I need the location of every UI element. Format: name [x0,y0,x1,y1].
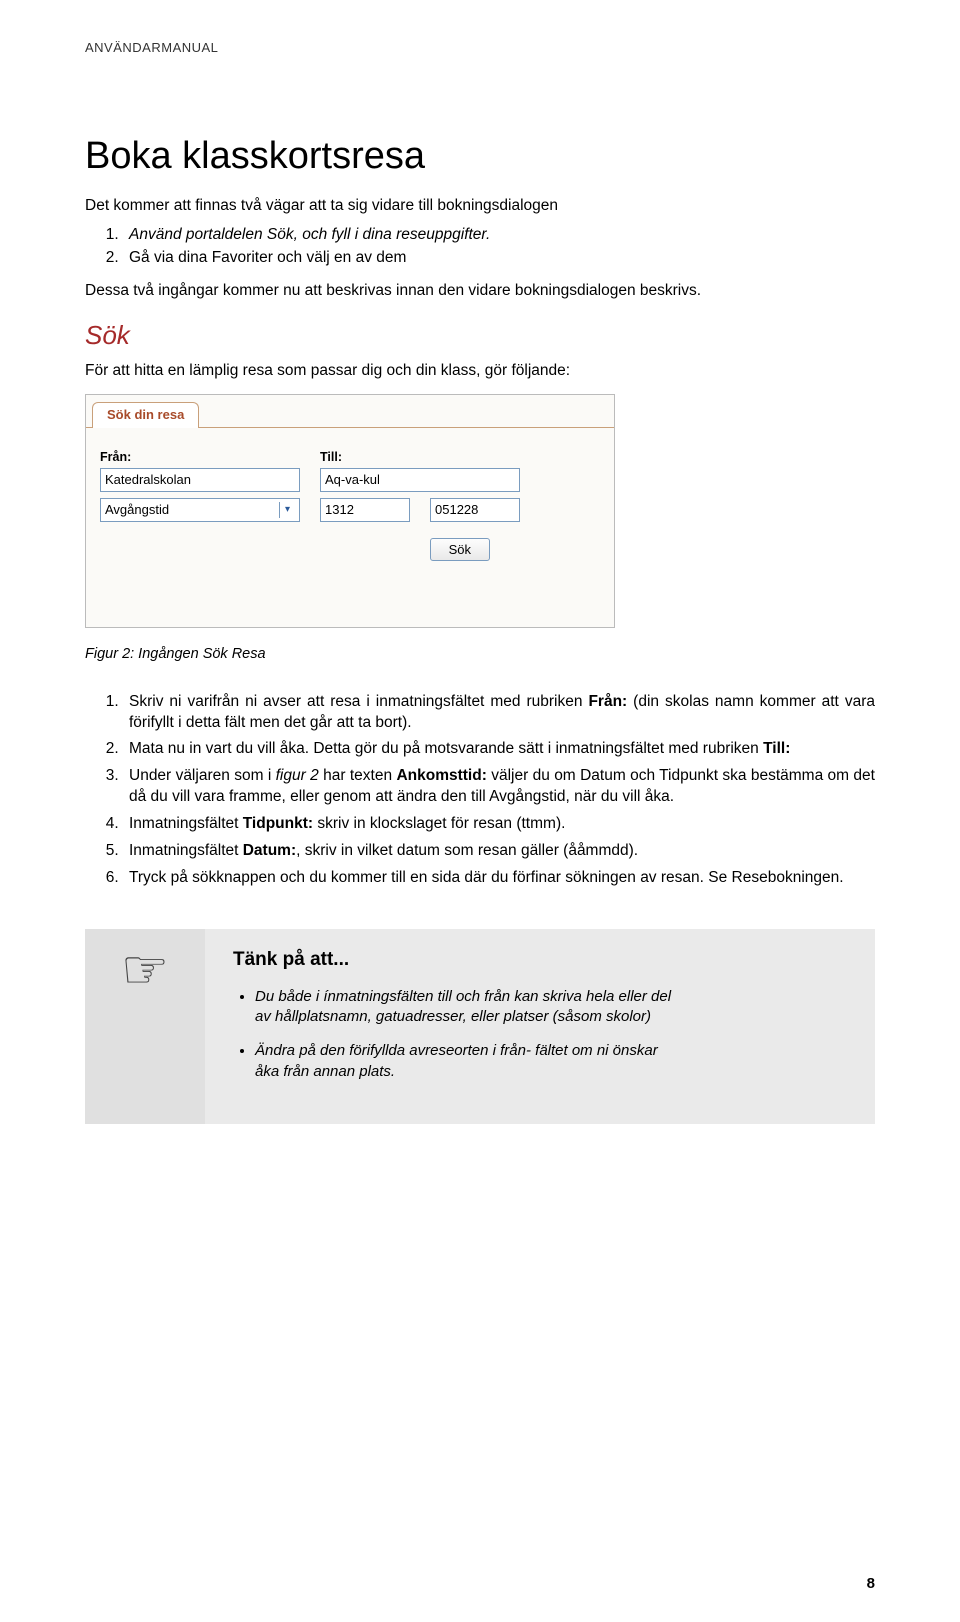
sok-heading: Sök [85,320,875,351]
intro-list-item: Använd portaldelen Sök, och fyll i dina … [123,225,875,246]
step-item: Skriv ni varifrån ni avser att resa i in… [123,692,875,734]
select-value: Avgångstid [105,502,169,517]
callout-box: ☞ Tänk på att... Du både i ínmatningsfäl… [85,929,875,1124]
time-input[interactable] [320,498,410,522]
intro-paragraph: Det kommer att finnas två vägar att ta s… [85,196,875,217]
step-bold: Datum: [243,842,296,859]
intro-list-item-text: Använd portaldelen Sök, och fyll i dina … [129,226,490,243]
date-input[interactable] [430,498,520,522]
callout-list: Du både i ínmatningsfälten till och från… [255,987,847,1082]
step-item: Inmatningsfältet Datum:, skriv in vilket… [123,841,875,862]
step-text: , skriv in vilket datum som resan gäller… [296,842,638,859]
panel-tab: Sök din resa [92,402,199,428]
step-text: Tryck på sökknappen och du kommer till e… [129,869,844,886]
callout-title: Tänk på att... [233,949,847,971]
search-button[interactable]: Sök [430,538,490,561]
step-item: Mata nu in vart du vill åka. Detta gör d… [123,739,875,760]
callout-item: Du både i ínmatningsfälten till och från… [255,987,675,1028]
step-bold: Tidpunkt: [243,815,313,832]
intro-list: Använd portaldelen Sök, och fyll i dina … [123,225,875,269]
step-text: Inmatningsfältet [129,842,243,859]
step-bold: Till: [763,740,790,757]
page-title: Boka klasskortsresa [85,135,875,178]
till-input[interactable] [320,468,520,492]
panel-body: Från: Till: Avgångstid ▾ Sök [86,427,614,627]
step-bold: Från: [588,693,627,710]
doc-header: ANVÄNDARMANUAL [85,40,875,55]
chevron-down-icon: ▾ [279,502,295,518]
step-item: Inmatningsfältet Tidpunkt: skriv in kloc… [123,814,875,835]
step-bold: Ankomsttid: [396,767,486,784]
time-type-select[interactable]: Avgångstid ▾ [100,498,300,522]
callout-item: Ändra på den förifyllda avreseorten i fr… [255,1041,675,1082]
intro-list-item: Gå via dina Favoriter och välj en av dem [123,248,875,269]
step-text: Inmatningsfältet [129,815,243,832]
callout-content: Tänk på att... Du både i ínmatningsfälte… [205,929,875,1124]
search-panel: Sök din resa Från: Till: Avgångstid ▾ Sö… [85,394,615,628]
till-label: Till: [320,450,520,464]
pointing-hand-icon: ☞ [121,943,169,997]
from-input[interactable] [100,468,300,492]
intro-paragraph-2: Dessa två ingångar kommer nu att beskriv… [85,281,875,302]
step-item: Under väljaren som i figur 2 har texten … [123,766,875,808]
figure-caption: Figur 2: Ingången Sök Resa [85,646,875,662]
step-item: Tryck på sökknappen och du kommer till e… [123,868,875,889]
steps-list: Skriv ni varifrån ni avser att resa i in… [123,692,875,889]
page-number: 8 [867,1575,875,1592]
step-italic: figur 2 [276,767,319,784]
step-text: Mata nu in vart du vill åka. Detta gör d… [129,740,763,757]
step-text: skriv in klockslaget för resan (ttmm). [313,815,565,832]
step-text: har texten [319,767,397,784]
step-text: Under väljaren som i [129,767,276,784]
step-text: Skriv ni varifrån ni avser att resa i in… [129,693,588,710]
from-label: Från: [100,450,300,464]
sok-intro-text: För att hitta en lämplig resa som passar… [85,361,875,382]
callout-icon-col: ☞ [85,929,205,1124]
